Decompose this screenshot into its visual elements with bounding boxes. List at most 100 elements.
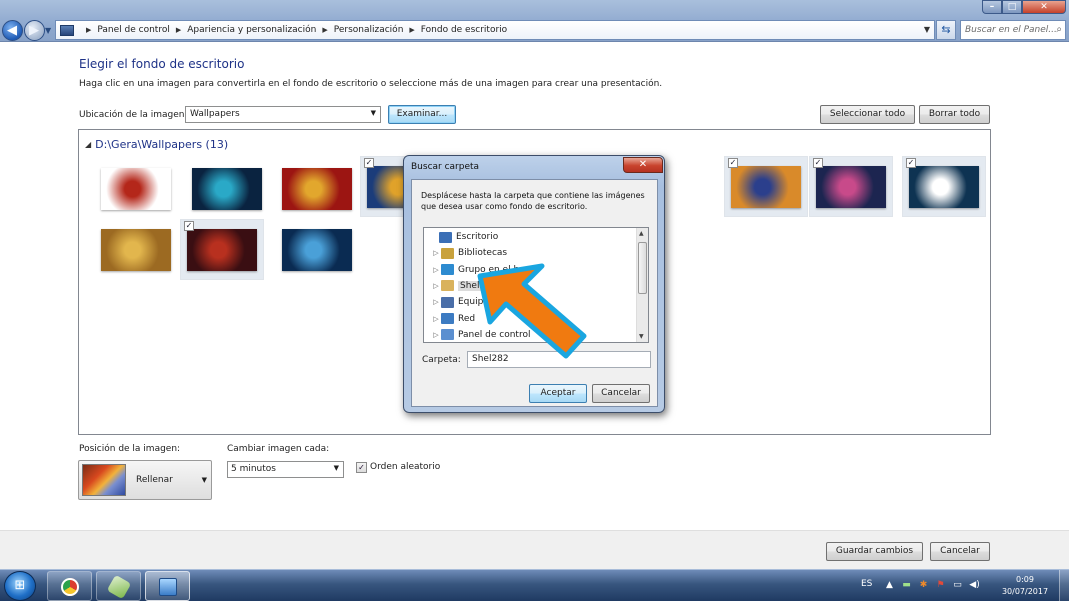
- taskbar-app[interactable]: [96, 571, 141, 601]
- wallpaper-thumbnail[interactable]: [275, 219, 359, 280]
- expand-icon[interactable]: ▷: [431, 249, 441, 257]
- tree-item[interactable]: ▷ Equipo: [424, 294, 489, 310]
- network-icon: [441, 313, 454, 324]
- tree-item[interactable]: ▷ Shel282: [424, 278, 499, 294]
- expand-icon[interactable]: ▷: [431, 282, 441, 290]
- location-select[interactable]: Wallpapers ▼: [185, 106, 381, 123]
- homegroup-icon: [441, 264, 454, 276]
- show-desktop-button[interactable]: [1059, 570, 1069, 601]
- breadcrumb-label: Panel de control: [97, 25, 170, 35]
- chevron-down-icon: ▼: [333, 464, 339, 472]
- chevron-down-icon: ▼: [201, 476, 207, 484]
- tree-item[interactable]: ▷ Grupo en el hogar: [424, 262, 540, 278]
- breadcrumb-item[interactable]: ▶ Fondo de escritorio: [403, 25, 507, 35]
- chevron-right-icon: ▶: [86, 26, 92, 34]
- scrollbar-thumb[interactable]: [638, 242, 647, 294]
- minimize-button[interactable]: –: [982, 0, 1002, 14]
- wallpaper-thumbnail[interactable]: ✓: [902, 156, 986, 217]
- browse-button[interactable]: Examinar...: [388, 105, 456, 124]
- thumbnail-checkbox[interactable]: ✓: [184, 221, 194, 231]
- expand-icon[interactable]: ▷: [431, 331, 441, 339]
- breadcrumb[interactable]: ▶ Panel de control ▶ Apariencia y personal…: [55, 20, 935, 40]
- shuffle-checkbox[interactable]: ✓: [356, 462, 367, 473]
- wallpaper-thumbnail[interactable]: [275, 158, 359, 219]
- tree-item[interactable]: ▷ Panel de control: [424, 327, 531, 342]
- accept-button[interactable]: Aceptar: [529, 384, 587, 403]
- search-input[interactable]: Buscar en el Panel... ⌕: [960, 20, 1066, 40]
- language-indicator[interactable]: ES: [861, 579, 872, 589]
- tree-item-label: Equipo: [458, 297, 489, 308]
- tree-item-label: Panel de control: [458, 329, 531, 340]
- wallpaper-thumbnail[interactable]: [185, 158, 269, 219]
- thumbnail-checkbox[interactable]: ✓: [813, 158, 823, 168]
- clear-all-button[interactable]: Borrar todo: [919, 105, 990, 124]
- thumbnail-checkbox[interactable]: ✓: [364, 158, 374, 168]
- clock[interactable]: 0:09 30/07/2017: [998, 574, 1052, 598]
- folder-heading-label: D:\Gera\Wallpapers (13): [95, 138, 229, 151]
- tree-item-label: Bibliotecas: [458, 248, 508, 259]
- chrome-icon: [61, 578, 79, 596]
- wallpaper-image: [187, 228, 257, 271]
- display-icon[interactable]: ▭: [952, 580, 963, 591]
- wallpaper-thumbnail[interactable]: ✓: [180, 219, 264, 280]
- wallpaper-thumbnail[interactable]: ✓: [724, 156, 808, 217]
- folder-heading[interactable]: ◢ D:\Gera\Wallpapers (13): [85, 138, 228, 151]
- window-controls: – □ ✕: [982, 0, 1066, 14]
- close-window-button[interactable]: ✕: [1022, 0, 1066, 14]
- volume-icon[interactable]: ◀): [969, 580, 980, 591]
- breadcrumb-item[interactable]: ▶ Apariencia y personalización: [170, 25, 317, 35]
- back-button[interactable]: ◀: [2, 20, 23, 41]
- start-button[interactable]: ⊞: [4, 571, 36, 601]
- history-dropdown-icon[interactable]: ▼: [45, 26, 51, 35]
- folder-tree[interactable]: Escritorio ▷ Bibliotecas ▷ Grupo en el hogar…: [423, 227, 649, 343]
- select-all-button[interactable]: Seleccionar todo: [820, 105, 915, 124]
- clock-time: 0:09: [1016, 575, 1034, 584]
- tree-item[interactable]: ▷ Red: [424, 311, 475, 327]
- thumbnail-checkbox[interactable]: ✓: [906, 158, 916, 168]
- wallpaper-thumbnail[interactable]: [94, 158, 178, 219]
- show-hidden-icons-icon[interactable]: ▲: [884, 580, 895, 591]
- windows-logo-icon: ⊞: [14, 578, 26, 593]
- save-changes-button[interactable]: Guardar cambios: [826, 542, 923, 561]
- action-center-icon[interactable]: ⚑: [935, 580, 946, 591]
- dialog-cancel-button[interactable]: Cancelar: [592, 384, 650, 403]
- maximize-button[interactable]: □: [1002, 0, 1022, 14]
- clock-date: 30/07/2017: [1001, 587, 1049, 596]
- forward-button[interactable]: ▶: [24, 20, 45, 41]
- scroll-down-icon[interactable]: ▼: [639, 333, 644, 340]
- network-tray-icon[interactable]: ▬: [901, 580, 912, 591]
- taskbar-chrome[interactable]: [47, 571, 92, 601]
- chevron-down-icon[interactable]: ▼: [924, 25, 930, 34]
- folder-input[interactable]: Shel282: [467, 351, 651, 368]
- tree-item[interactable]: Escritorio: [424, 229, 498, 245]
- wallpaper-thumbnail[interactable]: [94, 219, 178, 280]
- expand-icon[interactable]: ▷: [431, 315, 441, 323]
- shuffle-label[interactable]: Orden aleatorio: [370, 462, 440, 472]
- location-label: Ubicación de la imagen:: [79, 110, 188, 120]
- taskbar: ⊞ ES ▲ ▬ ✱ ⚑ ▭ ◀) 0:09 30/07/2017: [0, 569, 1069, 601]
- wallpaper-image: [282, 167, 352, 210]
- breadcrumb-item[interactable]: ▶ Panel de control: [80, 25, 170, 35]
- position-select[interactable]: Rellenar ▼: [78, 460, 212, 500]
- dialog-title: Buscar carpeta: [411, 162, 480, 172]
- search-placeholder: Buscar en el Panel...: [965, 25, 1057, 35]
- breadcrumb-item[interactable]: ▶ Personalización: [316, 25, 403, 35]
- wallpaper-thumbnail[interactable]: ✓: [809, 156, 893, 217]
- dialog-close-button[interactable]: ✕: [623, 157, 663, 173]
- scroll-up-icon[interactable]: ▲: [639, 230, 644, 237]
- folder-label: Carpeta:: [422, 355, 461, 365]
- expand-icon[interactable]: ▷: [431, 266, 441, 274]
- taskbar-control-panel[interactable]: [145, 571, 190, 601]
- tree-item-label: Escritorio: [456, 232, 499, 242]
- control-panel-icon: [60, 24, 74, 36]
- cancel-button[interactable]: Cancelar: [930, 542, 990, 561]
- expand-icon[interactable]: ▷: [431, 298, 441, 306]
- tray-app-icon[interactable]: ✱: [918, 580, 929, 591]
- interval-select[interactable]: 5 minutos ▼: [227, 461, 344, 478]
- thumbnail-checkbox[interactable]: ✓: [728, 158, 738, 168]
- refresh-button[interactable]: ⇆: [936, 20, 956, 40]
- tree-item[interactable]: ▷ Bibliotecas: [424, 245, 507, 261]
- chevron-right-icon: ▶: [322, 26, 328, 34]
- breadcrumb-label: Apariencia y personalización: [187, 25, 317, 35]
- tree-scrollbar[interactable]: ▲ ▼: [636, 228, 648, 342]
